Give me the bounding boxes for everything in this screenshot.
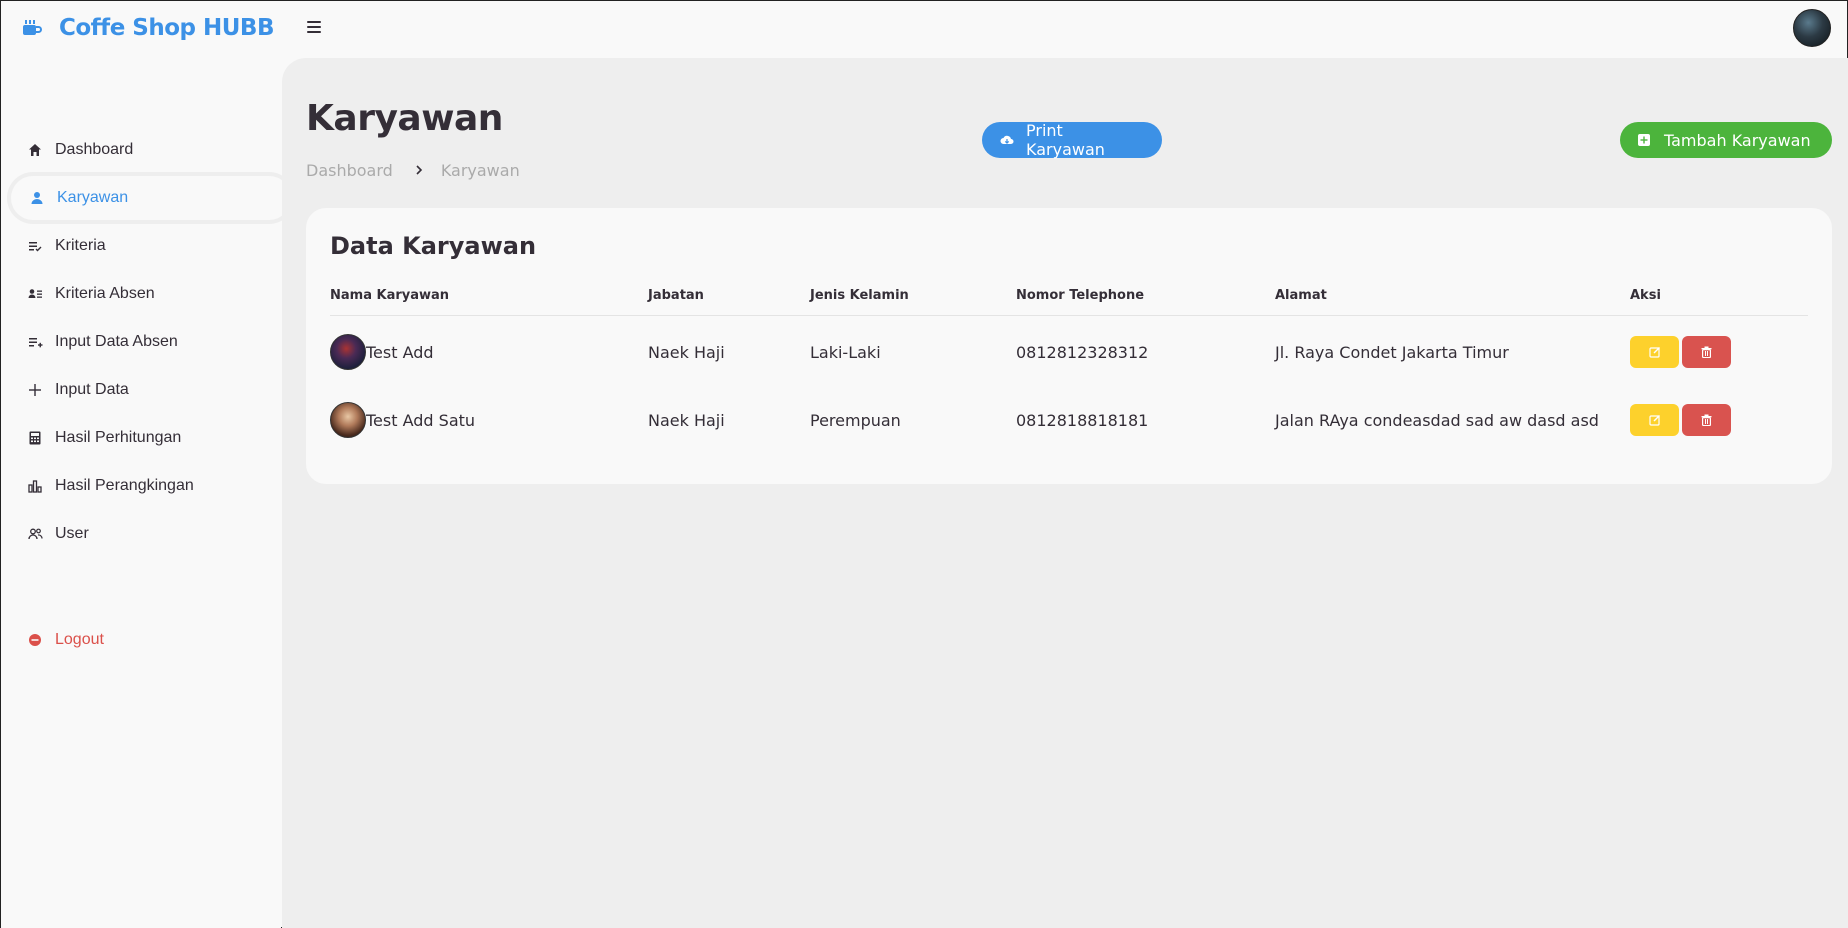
tambah-karyawan-label: Tambah Karyawan — [1664, 130, 1811, 150]
sidebar-item-user[interactable]: User — [9, 512, 279, 556]
list-check-icon — [25, 236, 45, 256]
trash-icon — [1701, 411, 1712, 430]
plus-square-icon — [1638, 133, 1652, 147]
page-title: Karyawan — [306, 98, 503, 139]
sidebar-item-hasil-perangkingan[interactable]: Hasil Perangkingan — [9, 464, 279, 508]
edit-icon — [1648, 343, 1661, 362]
sidebar-item-karyawan[interactable]: Karyawan — [11, 176, 291, 220]
top-bar: Coffe Shop HUBB — [1, 1, 1847, 58]
chevron-right-icon — [415, 163, 423, 179]
employee-avatar — [330, 334, 366, 370]
sidebar-item-label: Dashboard — [55, 141, 134, 158]
edit-icon — [1648, 411, 1661, 430]
column-header: Alamat — [1275, 288, 1630, 316]
cell-alamat: Jl. Raya Condet Jakarta Timur — [1275, 342, 1509, 362]
sidebar-item-label: User — [55, 525, 89, 542]
cell-alamat: Jalan RAya condeasdad sad aw dasd asd — [1275, 410, 1599, 430]
sidebar-item-dashboard[interactable]: Dashboard — [9, 128, 279, 172]
cloud-download-icon — [1000, 133, 1014, 147]
brand-name: Coffe Shop HUBB — [59, 15, 275, 41]
sidebar-item-kriteria-absen[interactable]: Kriteria Absen — [9, 272, 279, 316]
column-header: Nama Karyawan — [330, 288, 648, 316]
breadcrumb: Dashboard Karyawan — [306, 161, 520, 180]
sidebar-item-label: Kriteria — [55, 237, 106, 254]
cell-telepon: 0812812328312 — [1016, 342, 1149, 362]
cell-aksi — [1630, 316, 1808, 387]
logout-label: Logout — [55, 631, 104, 648]
name-cell: Test Add — [330, 334, 648, 370]
users-icon — [25, 524, 45, 544]
user-list-icon — [25, 284, 45, 304]
edit-button[interactable] — [1630, 336, 1679, 368]
brand[interactable]: Coffe Shop HUBB — [21, 15, 275, 41]
logout-button[interactable]: Logout — [9, 618, 279, 662]
cell-nama: Test Add Satu — [330, 386, 648, 454]
cell-jenis-kelamin: Perempuan — [810, 410, 901, 430]
sidebar-item-label: Input Data — [55, 381, 129, 398]
sidebar-item-label: Input Data Absen — [55, 333, 178, 350]
main-content: Karyawan Dashboard Karyawan Print Karyaw… — [282, 58, 1848, 928]
breadcrumb-karyawan[interactable]: Karyawan — [441, 161, 520, 180]
row-actions — [1630, 404, 1808, 436]
print-karyawan-button[interactable]: Print Karyawan — [982, 121, 1162, 159]
karyawan-table: Nama Karyawan Jabatan Jenis Kelamin Nomo… — [330, 288, 1808, 454]
cell-jabatan: Naek Haji — [648, 410, 725, 430]
sidebar-item-input-data-absen[interactable]: Input Data Absen — [9, 320, 279, 364]
delete-button[interactable] — [1682, 404, 1731, 436]
cell-telepon: 0812818818181 — [1016, 410, 1149, 430]
row-actions — [1630, 336, 1808, 368]
table-row: Test Add Naek Haji Laki-Laki 08128123283… — [330, 316, 1808, 387]
print-karyawan-label: Print Karyawan — [1026, 121, 1105, 159]
name-cell: Test Add Satu — [330, 402, 648, 438]
plus-icon — [25, 380, 45, 400]
sidebar-item-label: Hasil Perangkingan — [55, 477, 194, 494]
sidebar-item-kriteria[interactable]: Kriteria — [9, 224, 279, 268]
coffee-cup-icon — [21, 17, 43, 39]
edit-button[interactable] — [1630, 404, 1679, 436]
table-row: Test Add Satu Naek Haji Perempuan 081281… — [330, 386, 1808, 454]
sidebar-item-label: Hasil Perhitungan — [55, 429, 182, 446]
column-header: Aksi — [1630, 288, 1808, 316]
employee-name: Test Add Satu — [366, 410, 476, 430]
list-add-icon — [25, 332, 45, 352]
side-menu: Dashboard Karyawan Kriteria Kriteria Abs… — [9, 128, 291, 560]
employee-avatar — [330, 402, 366, 438]
breadcrumb-dashboard[interactable]: Dashboard — [306, 161, 393, 180]
sidebar: Dashboard Karyawan Kriteria Kriteria Abs… — [1, 58, 291, 928]
cell-jenis-kelamin: Laki-Laki — [810, 342, 881, 362]
menu-toggle-icon[interactable] — [307, 21, 321, 35]
sidebar-item-label: Kriteria Absen — [55, 285, 155, 302]
employee-name: Test Add — [366, 342, 434, 362]
column-header: Jenis Kelamin — [810, 288, 1016, 316]
tambah-karyawan-button[interactable]: Tambah Karyawan — [1620, 122, 1832, 158]
table-header-row: Nama Karyawan Jabatan Jenis Kelamin Nomo… — [330, 288, 1808, 316]
data-karyawan-card: Data Karyawan Nama Karyawan Jabatan Jeni… — [306, 208, 1832, 484]
sidebar-item-input-data[interactable]: Input Data — [9, 368, 279, 412]
home-icon — [25, 140, 45, 160]
cell-nama: Test Add — [330, 316, 648, 387]
delete-button[interactable] — [1682, 336, 1731, 368]
logout-icon — [25, 630, 45, 650]
cell-aksi — [1630, 386, 1808, 454]
user-icon — [27, 188, 47, 208]
sidebar-item-hasil-perhitungan[interactable]: Hasil Perhitungan — [9, 416, 279, 460]
trash-icon — [1701, 343, 1712, 362]
column-header: Jabatan — [648, 288, 810, 316]
column-header: Nomor Telephone — [1016, 288, 1275, 316]
bar-chart-icon — [25, 476, 45, 496]
logout-section: Logout — [9, 618, 279, 666]
card-title: Data Karyawan — [330, 232, 537, 260]
calculator-icon — [25, 428, 45, 448]
profile-avatar[interactable] — [1793, 9, 1831, 47]
sidebar-item-label: Karyawan — [57, 189, 129, 206]
cell-jabatan: Naek Haji — [648, 342, 725, 362]
